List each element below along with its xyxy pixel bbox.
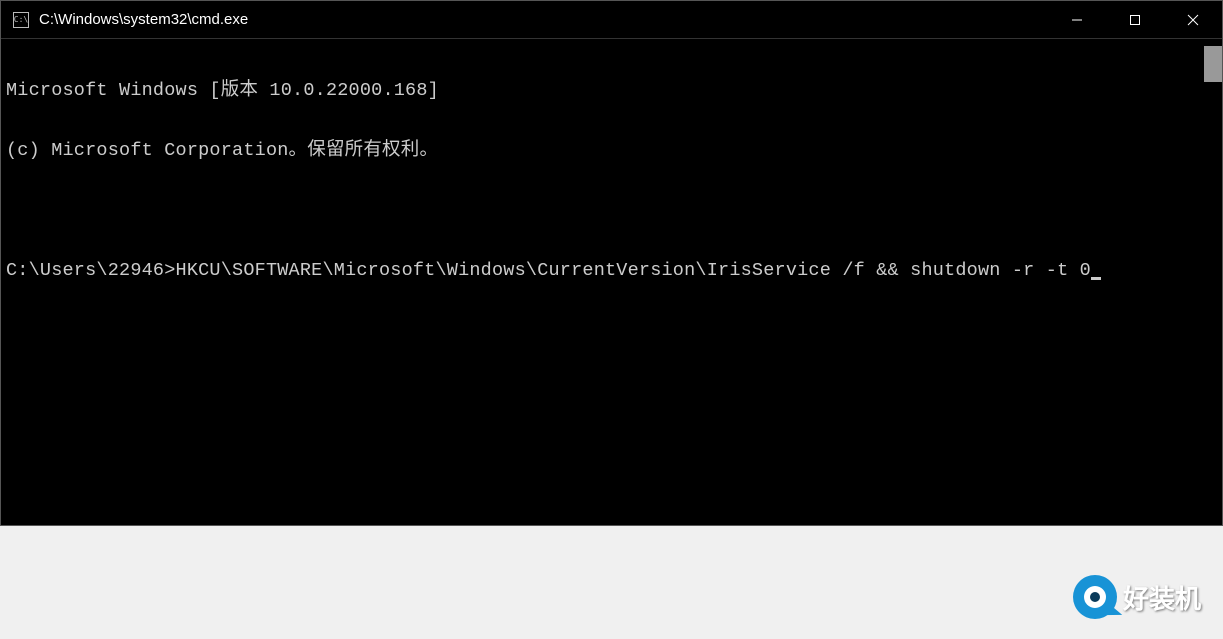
maximize-icon	[1129, 14, 1141, 26]
minimize-icon	[1071, 14, 1083, 26]
command-text: HKCU\SOFTWARE\Microsoft\Windows\CurrentV…	[176, 260, 1091, 281]
titlebar-path: C:\Windows\system32\cmd.exe	[39, 11, 1048, 28]
watermark-logo-icon	[1073, 575, 1117, 619]
cursor	[1091, 277, 1101, 280]
maximize-button[interactable]	[1106, 1, 1164, 38]
close-icon	[1187, 14, 1199, 26]
terminal-content: Microsoft Windows [版本 10.0.22000.168] (c…	[1, 39, 1222, 323]
cmd-window: C:\ C:\Windows\system32\cmd.exe Microsof…	[0, 0, 1223, 526]
terminal-line-blank	[6, 201, 1217, 221]
scrollbar-thumb[interactable]	[1204, 46, 1222, 82]
watermark: 好装机	[1073, 575, 1201, 619]
window-controls	[1048, 1, 1222, 38]
close-button[interactable]	[1164, 1, 1222, 38]
terminal-line-command: C:\Users\22946>HKCU\SOFTWARE\Microsoft\W…	[6, 261, 1217, 281]
prompt-text: C:\Users\22946>	[6, 260, 176, 281]
terminal-line-copyright: (c) Microsoft Corporation。保留所有权利。	[6, 141, 1217, 161]
minimize-button[interactable]	[1048, 1, 1106, 38]
cmd-icon: C:\	[13, 12, 29, 28]
terminal-area[interactable]: Microsoft Windows [版本 10.0.22000.168] (c…	[1, 39, 1222, 525]
watermark-text: 好装机	[1123, 579, 1201, 616]
terminal-line-version: Microsoft Windows [版本 10.0.22000.168]	[6, 81, 1217, 101]
titlebar[interactable]: C:\ C:\Windows\system32\cmd.exe	[1, 1, 1222, 39]
